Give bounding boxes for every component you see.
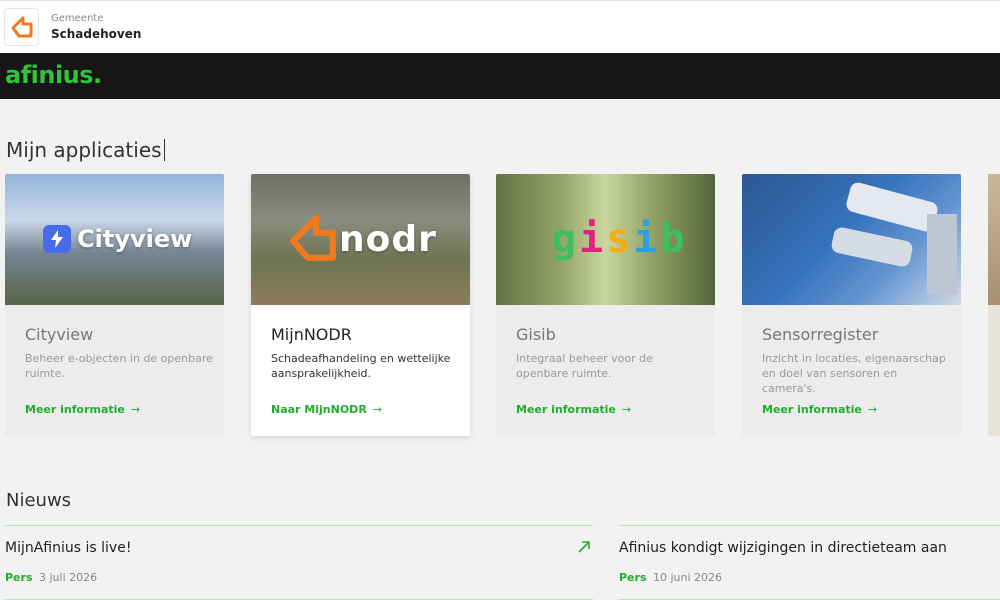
- more-info-link[interactable]: Meer informatie →: [762, 403, 877, 416]
- arrow-right-icon: →: [867, 403, 878, 416]
- news-headline[interactable]: MijnAfinius is live!: [5, 540, 131, 556]
- brand-bar: afinius.: [0, 53, 1000, 99]
- gisib-logo-letter: b: [660, 216, 688, 262]
- open-app-link[interactable]: Naar MijnNODR →: [271, 403, 382, 416]
- news-date: 3 juli 2026: [39, 571, 98, 584]
- app-card-image: gisib: [496, 174, 715, 305]
- app-card-description: Beheer e-objecten in de openbare ruimte.: [25, 352, 213, 380]
- arrow-right-icon: →: [130, 403, 141, 416]
- news-item[interactable]: Afinius kondigt wijzigingen in directiet…: [619, 525, 1000, 600]
- news-section-title: Nieuws: [6, 490, 72, 511]
- app-card-image: Cityview: [5, 174, 224, 305]
- nodr-logo: nodr: [289, 214, 437, 264]
- app-card-sensorregister[interactable]: Sensorregister Inzicht in locaties, eige…: [742, 174, 961, 436]
- municipality-logo[interactable]: [4, 8, 39, 46]
- app-card-gisib[interactable]: gisib Gisib Integraal beheer voor de ope…: [496, 174, 715, 436]
- app-card-cityview[interactable]: Cityview Cityview Beheer e-objecten in d…: [5, 174, 224, 436]
- app-card-next-partial[interactable]: [988, 174, 1000, 436]
- app-card-title: Sensorregister: [762, 325, 879, 344]
- afinius-logo[interactable]: afinius.: [5, 61, 102, 89]
- app-card-image: [742, 174, 961, 305]
- app-card-description: Integraal beheer voor de openbare ruimte…: [516, 352, 653, 380]
- top-header: Gemeente Schadehoven: [0, 0, 1000, 53]
- news-headline[interactable]: Afinius kondigt wijzigingen in directiet…: [619, 540, 947, 556]
- gisib-logo-letter: g: [552, 216, 580, 262]
- app-card-description: Schadeafhandeling en wettelijke aansprak…: [271, 352, 451, 380]
- app-card-image: nodr: [251, 174, 470, 305]
- text-cursor: [163, 139, 165, 161]
- external-link-arrow-icon[interactable]: [577, 540, 591, 554]
- news-item[interactable]: MijnAfinius is live! Pers 3 juli 2026: [5, 525, 593, 600]
- municipality-name: Schadehoven: [51, 27, 142, 41]
- app-card-title: MijnNODR: [271, 325, 352, 344]
- municipality-label: Gemeente: [51, 13, 104, 24]
- orange-arrow-logo-icon: [290, 215, 336, 261]
- cityview-logo: Cityview: [43, 225, 192, 253]
- news-tag: Pers: [5, 571, 33, 584]
- orange-arrow-logo-icon: [11, 16, 33, 38]
- security-camera-icon: [831, 182, 957, 294]
- app-card-description: Inzicht in locaties, eigenaarschap en do…: [762, 352, 946, 395]
- gisib-logo-letter: s: [606, 216, 634, 262]
- news-tag: Pers: [619, 571, 647, 584]
- app-card-mijnnodr[interactable]: nodr MijnNODR Schadeafhandeling en wette…: [251, 174, 470, 436]
- news-date: 10 juni 2026: [653, 571, 723, 584]
- arrow-right-icon: →: [621, 403, 632, 416]
- gisib-logo: gisib: [552, 216, 687, 262]
- app-card-title: Cityview: [25, 325, 94, 344]
- more-info-link[interactable]: Meer informatie →: [516, 403, 631, 416]
- arrow-right-icon: →: [372, 403, 383, 416]
- more-info-link[interactable]: Meer informatie →: [25, 403, 140, 416]
- gisib-logo-letter: i: [633, 216, 661, 262]
- app-card-title: Gisib: [516, 325, 556, 344]
- gisib-logo-letter: i: [579, 216, 607, 262]
- lightning-icon: [43, 225, 71, 253]
- apps-section-title: Mijn applicaties: [6, 138, 165, 162]
